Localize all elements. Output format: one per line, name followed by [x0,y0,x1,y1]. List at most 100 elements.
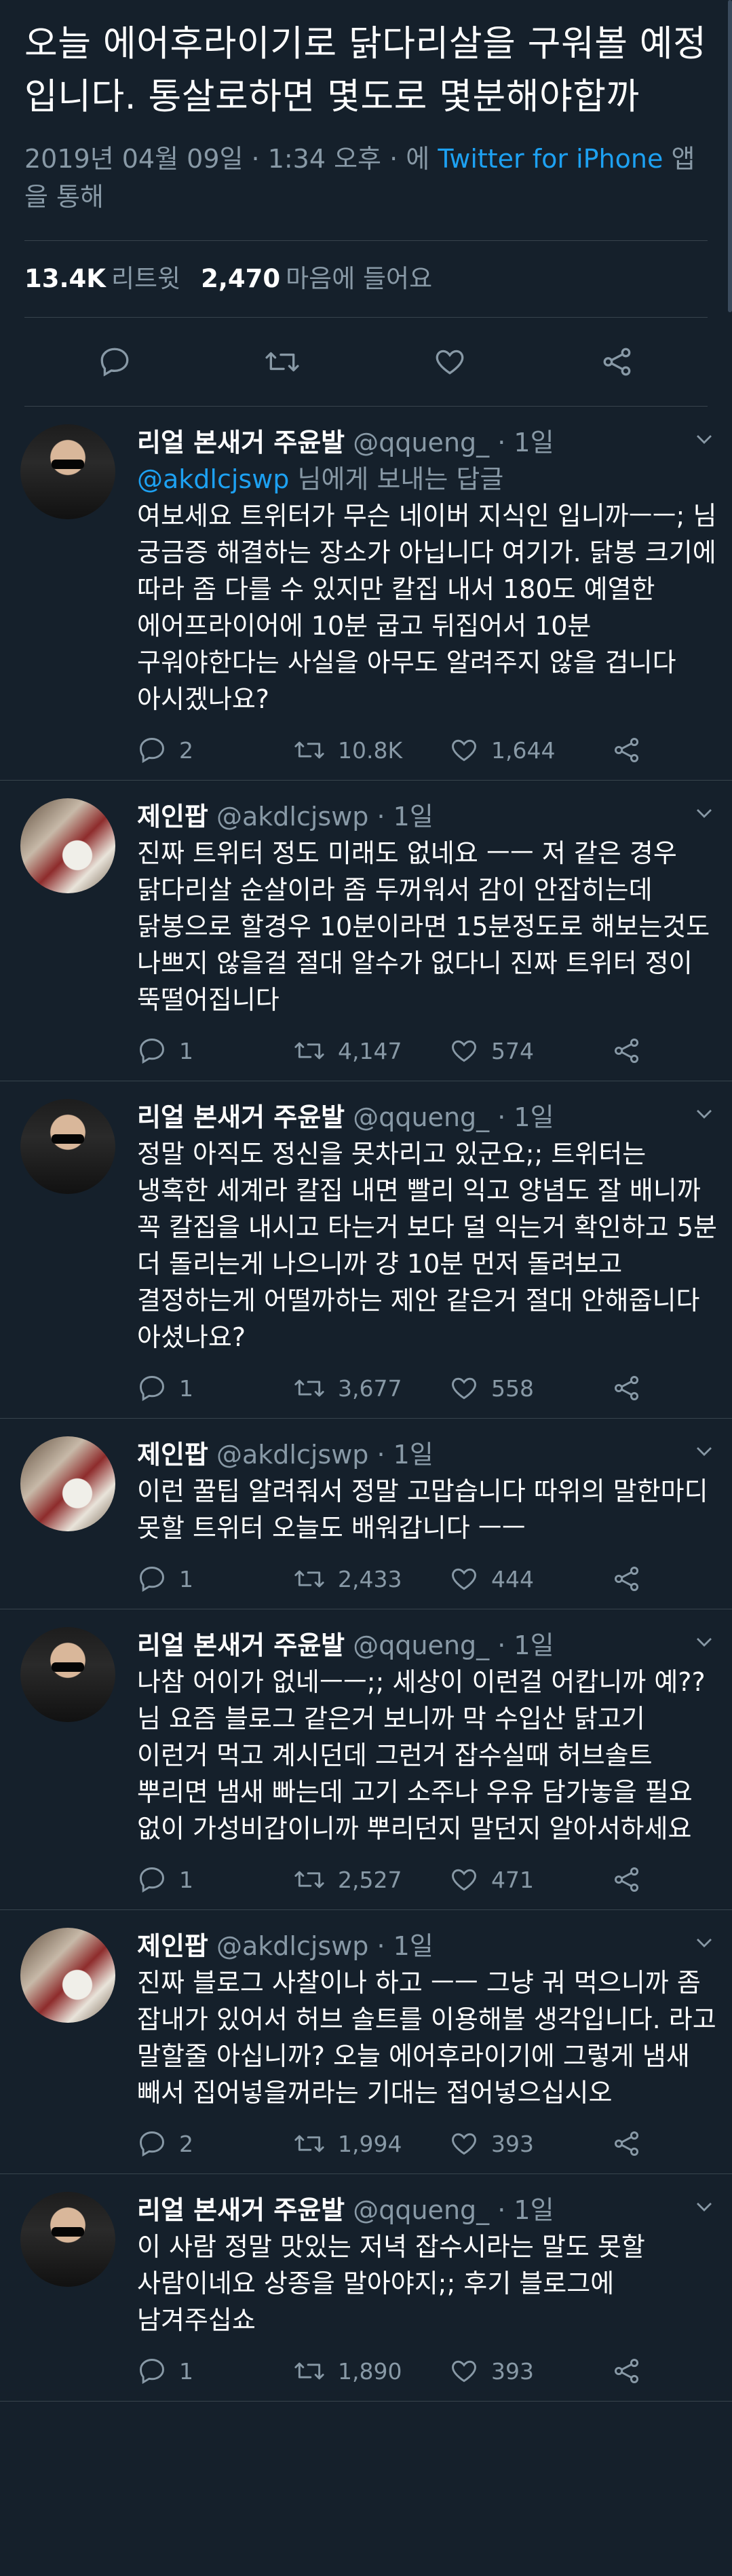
share-button[interactable] [612,2129,654,2159]
reply-actions: 1 1,890 393 [137,2356,718,2386]
reply-tweet[interactable]: 리얼 본새거 주윤발 @qqueng_ · 1일 @akdlcjswp 님에게 … [0,407,732,781]
like-button[interactable]: 444 [449,1564,605,1594]
user-handle[interactable]: @akdlcjswp [216,1440,368,1470]
avatar[interactable] [20,2192,115,2287]
reply-button[interactable]: 1 [137,1373,293,1403]
share-icon [615,1867,639,1892]
chevron-down-icon[interactable] [694,1936,714,1949]
timestamp[interactable]: · 1일 [497,2195,554,2225]
share-button[interactable] [612,2356,654,2386]
reply-button[interactable] [94,341,135,382]
share-button[interactable] [612,735,654,765]
timestamp[interactable]: · 1일 [497,1630,554,1660]
retweet-icon [294,1379,324,1397]
retweet-button[interactable]: 10.8K [293,735,449,765]
scrollbar[interactable] [728,0,732,312]
reply-text: 진짜 블로그 사찰이나 하고 ㅡㅡ 그냥 궈 먹으니까 좀 잡내가 있어서 허브… [137,1968,716,2108]
like-icon [452,1568,476,1590]
display-name[interactable]: 제인팝 [137,802,208,832]
timestamp[interactable]: · 1일 [377,802,434,832]
reply-text: 정말 아직도 정신을 못차리고 있군요;; 트위터는 냉혹한 세계라 칼집 내면… [137,1139,717,1352]
reply-button[interactable]: 1 [137,2356,293,2386]
user-handle[interactable]: @qqueng_ [353,2195,489,2225]
reply-tweet[interactable]: 리얼 본새거 주윤발 @qqueng_ · 1일 정말 아직도 정신을 못차리고… [0,1081,732,1419]
share-icon [615,1376,639,1400]
like-button[interactable]: 393 [449,2356,605,2386]
mention-link[interactable]: @akdlcjswp [137,464,289,494]
avatar[interactable] [20,1099,115,1194]
avatar[interactable] [20,1436,115,1531]
share-button[interactable] [612,1036,654,1066]
retweet-button[interactable] [262,341,303,382]
chevron-down-icon[interactable] [694,1635,714,1649]
reply-text: 진짜 트위터 정도 미래도 없네요 ㅡㅡ 저 같은 경우 닭다리살 순살이라 좀… [137,838,710,1015]
user-handle[interactable]: @qqueng_ [353,428,489,458]
chevron-down-icon[interactable] [694,432,714,446]
display-name[interactable]: 제인팝 [137,1931,208,1961]
reply-tweet[interactable]: 제인팝 @akdlcjswp · 1일 진짜 트위터 정도 미래도 없네요 ㅡㅡ… [0,781,732,1081]
share-icon [615,1039,639,1063]
timestamp[interactable]: · 1일 [497,428,554,458]
reply-text: 이 사람 정말 맛있는 저녁 잡수시라는 말도 못할 사람이네요 상종을 말아야… [137,2232,645,2335]
reply-tweet[interactable]: 제인팝 @akdlcjswp · 1일 이런 꿀팁 알려줘서 정말 고맙습니다 … [0,1419,732,1609]
retweet-button[interactable]: 1,890 [293,2356,449,2386]
like-count: 471 [491,1866,534,1893]
display-name[interactable]: 리얼 본새거 주윤발 [137,1630,345,1660]
user-handle[interactable]: @qqueng_ [353,1102,489,1132]
retweet-count: 1,890 [338,2357,402,2385]
reply-actions: 1 2,433 444 [137,1564,718,1594]
reply-button[interactable]: 2 [137,2129,293,2159]
display-name[interactable]: 리얼 본새거 주윤발 [137,2195,345,2225]
timestamp[interactable]: · 1일 [377,1931,434,1961]
display-name[interactable]: 제인팝 [137,1440,208,1470]
reply-tweet[interactable]: 리얼 본새거 주윤발 @qqueng_ · 1일 이 사람 정말 맛있는 저녁 … [0,2174,732,2402]
avatar[interactable] [20,798,115,893]
display-name[interactable]: 리얼 본새거 주윤발 [137,428,345,458]
like-button[interactable]: 393 [449,2129,605,2159]
retweets-count: 13.4K [24,264,106,293]
reply-button[interactable]: 1 [137,1865,293,1894]
reply-tweet[interactable]: 제인팝 @akdlcjswp · 1일 진짜 블로그 사찰이나 하고 ㅡㅡ 그냥… [0,1910,732,2174]
share-button[interactable] [597,341,638,382]
avatar[interactable] [20,424,115,519]
chevron-down-icon[interactable] [694,1444,714,1458]
retweet-icon [265,352,299,372]
retweet-count: 3,677 [338,1375,402,1402]
chevron-down-icon[interactable] [694,2200,714,2214]
share-button[interactable] [612,1373,654,1403]
like-icon [452,2133,476,2155]
avatar[interactable] [20,1627,115,1722]
share-button[interactable] [612,1865,654,1894]
like-button[interactable]: 1,644 [449,735,605,765]
like-button[interactable] [429,341,470,382]
likes-stat[interactable]: 2,470 마음에 들어요 [201,264,432,293]
retweet-count: 1,994 [338,2130,402,2157]
reply-button[interactable]: 1 [137,1036,293,1066]
retweet-count: 2,433 [338,1565,402,1592]
retweet-button[interactable]: 2,527 [293,1865,449,1894]
chevron-down-icon[interactable] [694,1107,714,1121]
reply-button[interactable]: 2 [137,735,293,765]
like-button[interactable]: 471 [449,1865,605,1894]
display-name[interactable]: 리얼 본새거 주윤발 [137,1102,345,1132]
timestamp[interactable]: · 1일 [377,1440,434,1470]
reply-tweet[interactable]: 리얼 본새거 주윤발 @qqueng_ · 1일 나참 어이가 없네ㅡㅡ;; 세… [0,1609,732,1910]
timestamp[interactable]: · 1일 [497,1102,554,1132]
user-handle[interactable]: @akdlcjswp [216,1931,368,1961]
avatar[interactable] [20,1928,115,2023]
reply-button[interactable]: 1 [137,1564,293,1594]
share-button[interactable] [612,1564,654,1594]
retweet-button[interactable]: 4,147 [293,1036,449,1066]
user-handle[interactable]: @akdlcjswp [216,802,368,832]
tweet-source-link[interactable]: Twitter for iPhone [438,144,663,174]
like-button[interactable]: 558 [449,1373,605,1403]
retweet-button[interactable]: 1,994 [293,2129,449,2159]
retweet-button[interactable]: 2,433 [293,1564,449,1594]
retweet-button[interactable]: 3,677 [293,1373,449,1403]
like-button[interactable]: 574 [449,1036,605,1066]
like-count: 393 [491,2130,534,2157]
like-icon [452,1040,476,1062]
user-handle[interactable]: @qqueng_ [353,1630,489,1660]
retweets-stat[interactable]: 13.4K 리트윗 [24,264,180,293]
chevron-down-icon[interactable] [694,806,714,820]
